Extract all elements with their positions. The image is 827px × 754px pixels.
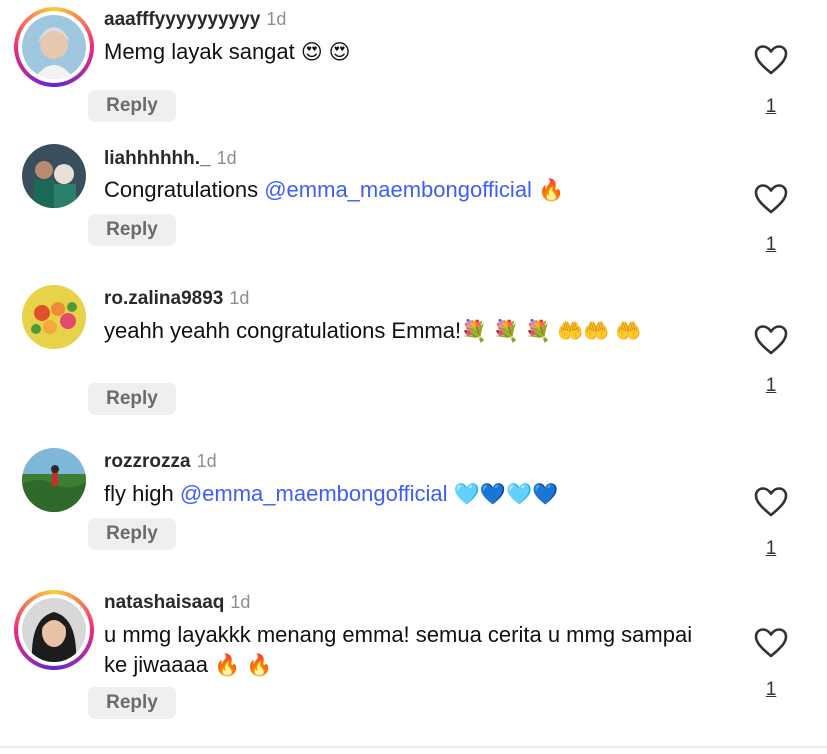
comment-body: Memg layak sangat <box>104 39 301 64</box>
timestamp: 1d <box>230 592 251 612</box>
like-count[interactable]: 1 <box>760 96 782 118</box>
timestamp: 1d <box>266 9 287 29</box>
reply-button[interactable]: Reply <box>88 90 176 122</box>
like-count[interactable]: 1 <box>760 234 782 256</box>
heart-outline-icon[interactable] <box>754 628 788 658</box>
avatar-story-ring[interactable] <box>14 7 94 87</box>
reply-button[interactable]: Reply <box>88 687 176 719</box>
comment-text: Congratulations @emma_maembongofficial 🔥 <box>104 175 724 206</box>
comment-meta: natashaisaaq 1d <box>104 591 250 614</box>
username[interactable]: aaafffyyyyyyyyyy <box>104 9 260 30</box>
heart-outline-icon[interactable] <box>754 487 788 517</box>
timestamp: 1d <box>216 148 237 168</box>
comment-body: Congratulations <box>104 177 265 202</box>
avatar-story-ring[interactable] <box>14 590 94 670</box>
comment-text: Memg layak sangat 😍 😍 <box>104 37 724 68</box>
mention-link[interactable]: @emma_maembongofficial <box>264 177 532 202</box>
reply-button[interactable]: Reply <box>88 383 176 415</box>
reply-button[interactable]: Reply <box>88 214 176 246</box>
avatar[interactable] <box>22 448 86 512</box>
comment-text: yeahh yeahh congratulations Emma!💐 💐 💐 🤲… <box>104 316 704 347</box>
timestamp: 1d <box>229 288 250 308</box>
username[interactable]: natashaisaaq <box>104 592 224 613</box>
comment-emojis: 🩵💙🩵💙 <box>453 483 559 506</box>
username[interactable]: liahhhhhh._ <box>104 148 211 169</box>
avatar[interactable] <box>22 144 86 208</box>
comment-emojis: 🔥 🔥 <box>214 654 273 677</box>
divider <box>0 746 827 748</box>
comment-emojis: 💐 💐 💐 🤲🤲 🤲 <box>461 320 642 343</box>
username[interactable]: rozzrozza <box>104 451 191 472</box>
comment-body: yeahh yeahh congratulations Emma! <box>104 318 462 343</box>
comment-body: u mmg layakkk menang emma! semua cerita … <box>104 622 693 677</box>
comment-meta: ro.zalina9893 1d <box>104 287 249 310</box>
comment-meta: liahhhhhh._ 1d <box>104 147 237 170</box>
comment-emojis: 😍 😍 <box>300 41 351 64</box>
username[interactable]: ro.zalina9893 <box>104 288 223 309</box>
avatar <box>22 598 86 662</box>
like-count[interactable]: 1 <box>760 679 782 701</box>
comment-text: fly high @emma_maembongofficial 🩵💙🩵💙 <box>104 479 724 510</box>
heart-outline-icon[interactable] <box>754 45 788 75</box>
comment-emojis: 🔥 <box>538 179 565 202</box>
like-count[interactable]: 1 <box>760 538 782 560</box>
avatar <box>22 15 86 79</box>
avatar[interactable] <box>22 285 86 349</box>
heart-outline-icon[interactable] <box>754 184 788 214</box>
heart-outline-icon[interactable] <box>754 325 788 355</box>
comment-meta: aaafffyyyyyyyyyy 1d <box>104 8 286 31</box>
timestamp: 1d <box>196 451 217 471</box>
comment-body: fly high <box>104 481 180 506</box>
comment-text: u mmg layakkk menang emma! semua cerita … <box>104 620 704 681</box>
mention-link[interactable]: @emma_maembongofficial <box>180 481 448 506</box>
comment-meta: rozzrozza 1d <box>104 450 217 473</box>
like-count[interactable]: 1 <box>760 375 782 397</box>
reply-button[interactable]: Reply <box>88 518 176 550</box>
